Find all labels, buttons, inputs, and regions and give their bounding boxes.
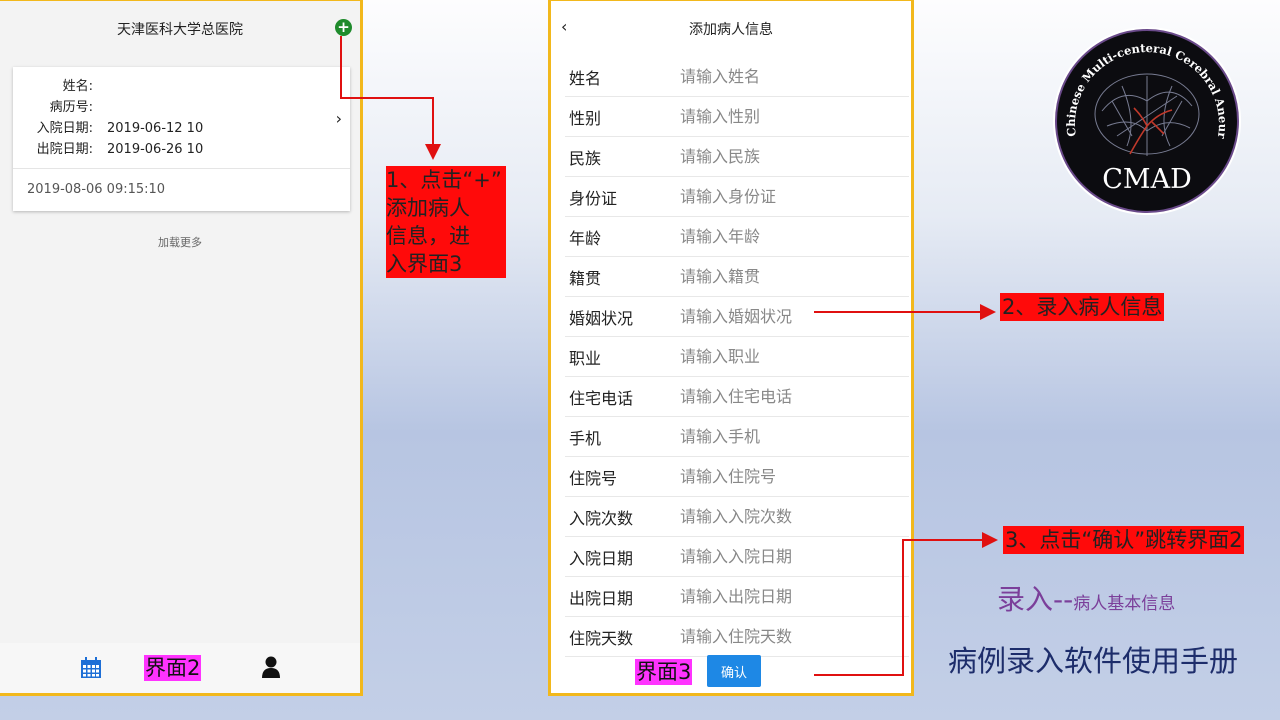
form-title: 添加病人信息 bbox=[689, 22, 773, 38]
bottom-tab-bar: 界面2 bbox=[0, 643, 360, 693]
record-label: 出院日期: bbox=[36, 142, 93, 157]
form-row: 身份证 bbox=[565, 177, 909, 217]
annotation-step1-line: 1、点击“+” bbox=[386, 168, 502, 192]
record-timestamp: 2019-08-06 09:15:10 bbox=[13, 168, 350, 211]
field-input[interactable] bbox=[680, 307, 900, 326]
calendar-icon[interactable] bbox=[80, 657, 102, 679]
field-input[interactable] bbox=[680, 387, 900, 406]
form-row: 入院日期 bbox=[565, 537, 909, 577]
field-input[interactable] bbox=[680, 507, 900, 526]
annotation-step1-line: 入界面3 bbox=[386, 252, 463, 276]
record-label: 姓名: bbox=[62, 79, 93, 94]
field-label: 姓名 bbox=[569, 68, 602, 88]
field-label: 入院次数 bbox=[569, 508, 634, 528]
form-footer: 界面3 确认 bbox=[551, 651, 911, 691]
annotation-step2: 2、录入病人信息 bbox=[1000, 293, 1165, 321]
field-label: 手机 bbox=[569, 428, 602, 448]
field-input[interactable] bbox=[680, 107, 900, 126]
field-label: 年龄 bbox=[569, 228, 602, 248]
record-label: 入院日期: bbox=[36, 121, 93, 136]
form-row: 入院次数 bbox=[565, 497, 909, 537]
field-input[interactable] bbox=[680, 587, 900, 606]
screen2-panel: 天津医科大学总医院 + 姓名: 病历号: 入院日期: 2019-06-12 10 出院日… bbox=[0, 0, 363, 696]
record-row: 出院日期: 2019-06-26 10 bbox=[13, 139, 350, 160]
screen2-tag: 界面2 bbox=[144, 655, 202, 681]
field-input[interactable] bbox=[680, 147, 900, 166]
plus-circle-icon[interactable]: + bbox=[335, 19, 352, 36]
section-subtitle: 录入--病人基本信息 bbox=[997, 578, 1175, 618]
field-label: 婚姻状况 bbox=[569, 308, 634, 328]
field-input[interactable] bbox=[680, 467, 900, 486]
form-row: 年龄 bbox=[565, 217, 909, 257]
record-fields: 姓名: 病历号: 入院日期: 2019-06-12 10 出院日期: 2019-06-26… bbox=[13, 67, 350, 168]
subtitle-main: 录入 bbox=[997, 583, 1054, 616]
field-input[interactable] bbox=[680, 67, 900, 86]
logo-abbr: CMAD bbox=[1102, 164, 1191, 195]
form-row: 住院号 bbox=[565, 457, 909, 497]
screen3-header: ‹ 添加病人信息 bbox=[551, 1, 911, 57]
record-row: 姓名: bbox=[13, 76, 350, 97]
field-label: 职业 bbox=[569, 348, 602, 368]
subtitle-dash: -- bbox=[1053, 583, 1074, 616]
chevron-right-icon[interactable]: › bbox=[336, 109, 342, 128]
cmad-logo: Chinese Multi-centeral Cerebral Aneurysm… bbox=[1052, 26, 1241, 215]
record-row: 入院日期: 2019-06-12 10 bbox=[13, 118, 350, 139]
subtitle-small: 病人基本信息 bbox=[1073, 594, 1176, 614]
field-input[interactable] bbox=[680, 227, 900, 246]
confirm-button[interactable]: 确认 bbox=[707, 655, 761, 687]
form-row: 籍贯 bbox=[565, 257, 909, 297]
form-row: 性别 bbox=[565, 97, 909, 137]
annotation-step1: 1、点击“+” 添加病人 信息，进 入界面3 bbox=[386, 166, 506, 278]
field-label: 住宅电话 bbox=[569, 388, 634, 408]
field-input[interactable] bbox=[680, 347, 900, 366]
record-row: 病历号: bbox=[13, 97, 350, 118]
field-input[interactable] bbox=[680, 187, 900, 206]
form-row: 住宅电话 bbox=[565, 377, 909, 417]
field-label: 性别 bbox=[569, 108, 602, 128]
field-input[interactable] bbox=[680, 547, 900, 566]
field-label: 籍贯 bbox=[569, 268, 602, 288]
form-row: 民族 bbox=[565, 137, 909, 177]
hospital-title: 天津医科大学总医院 bbox=[117, 22, 243, 38]
patient-record-card[interactable]: 姓名: 病历号: 入院日期: 2019-06-12 10 出院日期: 2019-06-26… bbox=[13, 67, 350, 211]
screen3-tag: 界面3 bbox=[635, 659, 693, 685]
form-row: 姓名 bbox=[565, 57, 909, 97]
screen3-panel: ‹ 添加病人信息 姓名性别民族身份证年龄籍贯婚姻状况职业住宅电话手机住院号入院次… bbox=[548, 0, 914, 696]
field-input[interactable] bbox=[680, 427, 900, 446]
annotation-step1-line: 添加病人 bbox=[386, 196, 470, 220]
form-row: 手机 bbox=[565, 417, 909, 457]
form-row: 婚姻状况 bbox=[565, 297, 909, 337]
user-icon[interactable] bbox=[262, 656, 280, 678]
field-label: 身份证 bbox=[569, 188, 618, 208]
form-row: 出院日期 bbox=[565, 577, 909, 617]
patient-info-form: 姓名性别民族身份证年龄籍贯婚姻状况职业住宅电话手机住院号入院次数入院日期出院日期… bbox=[551, 57, 911, 657]
field-input[interactable] bbox=[680, 267, 900, 286]
field-label: 住院号 bbox=[569, 468, 618, 488]
back-arrow-icon[interactable]: ‹ bbox=[561, 17, 567, 36]
record-value: 2019-06-26 10 bbox=[107, 142, 204, 157]
field-label: 住院天数 bbox=[569, 628, 634, 648]
field-label: 出院日期 bbox=[569, 588, 634, 608]
form-row: 职业 bbox=[565, 337, 909, 377]
field-label: 民族 bbox=[569, 148, 602, 168]
load-more-link[interactable]: 加载更多 bbox=[0, 234, 360, 250]
annotation-step3: 3、点击“确认”跳转界面2 bbox=[1003, 526, 1245, 554]
annotation-step1-line: 信息，进 bbox=[386, 224, 470, 248]
record-value: 2019-06-12 10 bbox=[107, 121, 204, 136]
field-input[interactable] bbox=[680, 627, 900, 646]
field-label: 入院日期 bbox=[569, 548, 634, 568]
manual-title: 病例录入软件使用手册 bbox=[948, 644, 1239, 678]
screen2-header: 天津医科大学总医院 + bbox=[0, 1, 360, 57]
record-label: 病历号: bbox=[49, 100, 93, 115]
